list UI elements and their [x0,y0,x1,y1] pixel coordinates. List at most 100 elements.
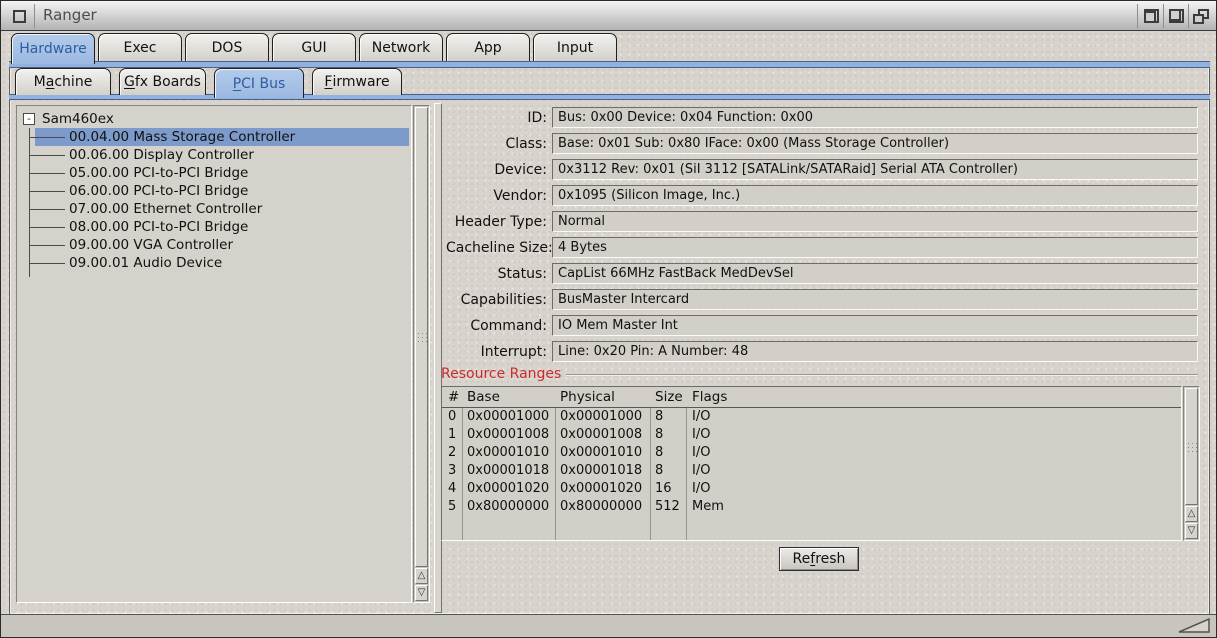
field-label: Command: [446,318,552,334]
window-bottom-border [1,614,1216,637]
sub-tab[interactable]: Gfx Boards [119,68,206,95]
main-tab[interactable]: Network [359,33,443,61]
field-value[interactable]: 0x3112 Rev: 0x01 (SiI 3112 [SATALink/SAT… [552,159,1198,180]
column-header-flags: Flags [686,389,1181,405]
tree-scroll-up-button[interactable]: △ [415,568,428,584]
depth-gadget[interactable] [1189,5,1213,27]
grip-dots-icon [1192,447,1193,448]
main-tab[interactable]: App [446,33,530,61]
tree-scrollbar[interactable]: △ ▽ [413,105,430,603]
field-label: Device: [446,162,552,178]
tree-item[interactable]: 00.06.00 Display Controller [35,146,409,164]
sub-tab[interactable]: Machine [15,68,111,95]
field-label: Header Type: [446,214,552,230]
field-row: Interrupt: Line: 0x20 Pin: A Number: 48 [446,341,1198,362]
pci-device-tree[interactable]: - Sam460ex 00.04.00 Mass Storage Control… [16,105,412,603]
table-scroll-up-button[interactable]: △ [1185,506,1198,522]
iconify-icon [1144,9,1159,23]
resource-ranges-title: Resource Ranges [441,366,561,382]
tree-root-label: Sam460ex [42,111,114,127]
table-row[interactable]: 1 0x00001008 0x00001008 8 I/O [442,426,1181,444]
grip-dots-icon [422,337,423,338]
field-label: Interrupt: [446,344,552,360]
field-value[interactable]: Line: 0x20 Pin: A Number: 48 [552,341,1198,362]
depth-icon [1193,9,1209,24]
table-row[interactable]: 3 0x00001018 0x00001018 8 I/O [442,462,1181,480]
main-tab[interactable]: Input [533,33,617,61]
tree-scroll-down-button[interactable]: ▽ [415,585,428,601]
tree-scrollbar-thumb[interactable] [415,107,428,567]
resource-ranges-group: Resource Ranges [441,366,1198,382]
main-tab[interactable]: DOS [185,33,269,61]
active-tab-strip [9,61,1210,68]
close-icon [13,10,26,23]
tree-item[interactable]: 00.04.00 Mass Storage Controller [35,128,409,146]
tree-item[interactable]: 09.00.00 VGA Controller [35,236,409,254]
field-row: Capabilities: BusMaster Intercard [446,289,1198,310]
titlebar-divider [34,4,35,28]
refresh-button[interactable]: Refresh [779,547,859,571]
field-label: Vendor: [446,188,552,204]
titlebar-divider [1137,4,1138,28]
column-header-size: Size [650,389,686,405]
table-scrollbar-thumb[interactable] [1185,388,1198,505]
collapse-icon[interactable]: - [23,113,35,125]
tree-children: 00.04.00 Mass Storage Controller 00.06.0… [21,128,409,272]
column-divider [650,408,651,540]
table-row[interactable]: 0 0x00001000 0x00001000 8 I/O [442,408,1181,426]
tree-root-row[interactable]: - Sam460ex [21,110,409,128]
window-title: Ranger [43,6,97,24]
column-header-physical: Physical [555,389,650,405]
main-tab[interactable]: Hardware [11,33,95,64]
field-label: Status: [446,266,552,282]
column-header-number: # [442,389,462,405]
tree-item[interactable]: 09.00.01 Audio Device [35,254,409,272]
table-row[interactable]: 2 0x00001010 0x00001010 8 I/O [442,444,1181,462]
field-value[interactable]: IO Mem Master Int [552,315,1198,336]
zoom-icon [1169,9,1184,23]
tree-item[interactable]: 06.00.00 PCI-to-PCI Bridge [35,182,409,200]
main-tab[interactable]: GUI [272,33,356,61]
table-header: # Base Physical Size Flags [442,387,1181,408]
field-value[interactable]: 0x1095 (Silicon Image, Inc.) [552,185,1198,206]
field-value[interactable]: BusMaster Intercard [552,289,1198,310]
field-value[interactable]: Base: 0x01 Sub: 0x80 IFace: 0x00 (Mass S… [552,133,1198,154]
resize-icon [1179,619,1209,632]
field-row: ID: Bus: 0x00 Device: 0x04 Function: 0x0… [446,107,1198,128]
iconify-gadget[interactable] [1139,5,1163,27]
sub-tab-bar: Machine Gfx Boards PCI Bus Firmware [15,68,402,95]
tree-item[interactable]: 07.00.00 Ethernet Controller [35,200,409,218]
column-divider [555,408,556,540]
titlebar[interactable]: Ranger [1,1,1216,31]
tree-item[interactable]: 05.00.00 PCI-to-PCI Bridge [35,164,409,182]
column-header-base: Base [462,389,555,405]
field-row: Vendor: 0x1095 (Silicon Image, Inc.) [446,185,1198,206]
field-value[interactable]: Normal [552,211,1198,232]
main-tab[interactable]: Exec [98,33,182,61]
field-row: Command: IO Mem Master Int [446,315,1198,336]
table-scroll-down-button[interactable]: ▽ [1185,523,1198,539]
field-row: Cacheline Size: 4 Bytes [446,237,1198,258]
table-row[interactable]: 4 0x00001020 0x00001020 16 I/O [442,480,1181,498]
table-body: 0 0x00001000 0x00001000 8 I/O 1 0x000010… [442,408,1181,540]
table-row[interactable]: 5 0x80000000 0x80000000 512 Mem [442,498,1181,516]
device-detail-fields: ID: Bus: 0x00 Device: 0x04 Function: 0x0… [446,107,1198,367]
field-row: Class: Base: 0x01 Sub: 0x80 IFace: 0x00 … [446,133,1198,154]
sub-tab[interactable]: PCI Bus [214,68,304,98]
close-gadget[interactable] [7,5,31,27]
sub-tab[interactable]: Firmware [312,68,402,95]
table-scrollbar[interactable]: △ ▽ [1183,386,1200,541]
resize-gadget[interactable] [1176,617,1212,635]
field-label: Capabilities: [446,292,552,308]
field-row: Status: CapList 66MHz FastBack MedDevSel [446,263,1198,284]
tree-item[interactable]: 08.00.00 PCI-to-PCI Bridge [35,218,409,236]
field-label: ID: [446,110,552,126]
resource-ranges-table: # Base Physical Size Flags 0 0x00001000 … [441,386,1182,541]
table-rows: 0 0x00001000 0x00001000 8 I/O 1 0x000010… [442,408,1181,516]
zoom-gadget[interactable] [1164,5,1188,27]
column-divider [686,408,687,540]
group-divider-line [566,374,1198,376]
field-value[interactable]: 4 Bytes [552,237,1198,258]
field-value[interactable]: CapList 66MHz FastBack MedDevSel [552,263,1198,284]
field-value[interactable]: Bus: 0x00 Device: 0x04 Function: 0x00 [552,107,1198,128]
